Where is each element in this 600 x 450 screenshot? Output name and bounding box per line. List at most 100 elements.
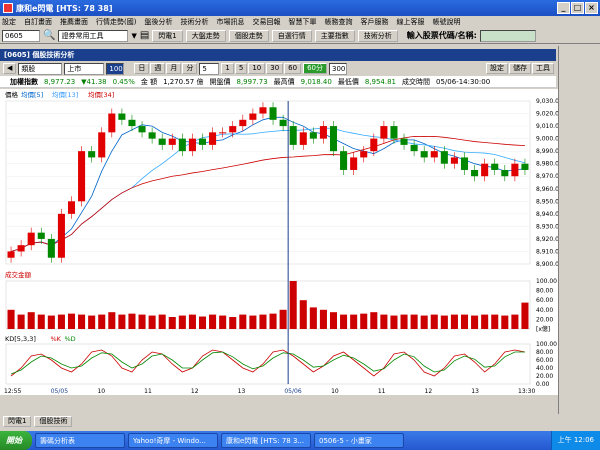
candle-50 — [511, 163, 519, 177]
amount-value: 1,270.57 億 — [163, 77, 204, 86]
volume-bar-0 — [7, 309, 15, 329]
volume-bar-12 — [128, 313, 136, 329]
task-item-3[interactable]: 0506-5 - 小畫家 — [314, 433, 404, 448]
count-input[interactable]: 300 — [329, 62, 348, 75]
bottom-tab-0[interactable]: 閃電1 — [3, 416, 32, 427]
menu-item-2[interactable]: 推薦畫面 — [60, 17, 88, 27]
interval-button-0[interactable]: 1 — [221, 63, 234, 74]
volume-bar-11 — [118, 314, 126, 329]
minimize-button[interactable]: _ — [557, 2, 570, 14]
menu-item-7[interactable]: 交易回報 — [252, 17, 280, 27]
menu-item-11[interactable]: 線上客服 — [396, 17, 424, 27]
toolbar-button-3[interactable]: 自選行情 — [271, 29, 312, 42]
volume-legend: 成交金額 — [5, 270, 32, 279]
right-button-1[interactable]: 儲存 — [509, 63, 531, 74]
menu-item-12[interactable]: 帳號說明 — [432, 17, 460, 27]
period-button-1[interactable]: 週 — [150, 63, 166, 74]
interval-button-3[interactable]: 30 — [266, 63, 284, 74]
candle-39 — [400, 138, 408, 145]
symbol-input[interactable]: 0605 — [2, 29, 40, 42]
right-button-2[interactable]: 工具 — [532, 63, 554, 74]
interval-button-1[interactable]: 5 — [234, 63, 248, 74]
menu-item-0[interactable]: 設定 — [2, 17, 16, 27]
volume-bar-22 — [229, 317, 237, 329]
candle-19 — [198, 138, 207, 145]
candle-17 — [178, 138, 186, 152]
period-button-2[interactable]: 月 — [166, 63, 182, 74]
market-select[interactable]: 上市 — [64, 62, 105, 75]
menu-item-1[interactable]: 自訂畫面 — [24, 17, 52, 27]
candle-35 — [360, 151, 368, 158]
candle-34 — [350, 157, 358, 170]
calculator-icon[interactable]: ▤ — [140, 30, 149, 41]
task-item-2[interactable]: 康和e閃電 [HTS: 78 3... — [221, 433, 311, 448]
taskbar: 開始 籌碼分析表 Yahoo!奇摩 - Windo... 康和e閃電 [HTS: 7… — [0, 431, 600, 450]
active-interval[interactable]: 60分 — [303, 63, 328, 74]
close-button[interactable]: × — [585, 2, 598, 14]
right-button-0[interactable]: 設定 — [486, 63, 508, 74]
candle-47 — [481, 163, 489, 177]
maximize-button[interactable]: □ — [571, 2, 584, 14]
toolbar-button-0[interactable]: 閃電1 — [152, 29, 183, 42]
nav-prev-button[interactable]: ◀ — [3, 63, 17, 74]
menu-bar: 設定 自訂畫面 推薦畫面 行情走勢(國) 盤後分析 技術分析 市場訊息 交易回報 智慧下單 帳務查… — [0, 16, 600, 28]
toolbar-button-1[interactable]: 大盤走勢 — [185, 29, 226, 42]
volume-bar-40 — [410, 314, 418, 329]
chart-svg[interactable]: 價格 均價[5] 均價[13] 均價[34] 成交金額 KD[5,3,3] %K %D 9,03… — [0, 89, 563, 395]
candle-38 — [390, 126, 398, 139]
menu-item-9[interactable]: 帳務查詢 — [324, 17, 352, 27]
volume-bar-45 — [460, 314, 469, 329]
candle-42 — [430, 151, 438, 158]
volume-tick-1: 80.00 — [536, 288, 553, 295]
menu-item-5[interactable]: 技術分析 — [180, 17, 208, 27]
task-item-1[interactable]: Yahoo!奇摩 - Windo... — [128, 433, 218, 448]
toolbar-button-2[interactable]: 個股走勢 — [228, 29, 269, 42]
price-legend-2: 均價[13] — [52, 90, 78, 99]
tool-list-select[interactable]: 證券常用工具 — [58, 29, 129, 42]
technical-chart[interactable]: 價格 均價[5] 均價[13] 均價[34] 成交金額 KD[5,3,3] %K %D 9,03… — [0, 89, 563, 395]
volume-bar-20 — [209, 314, 217, 329]
volume-tick-0: 100.00 — [536, 278, 557, 285]
menu-item-10[interactable]: 客戶服務 — [360, 17, 388, 27]
code-select[interactable]: 100 — [106, 62, 125, 75]
list-dropdown-icon[interactable]: ▼ — [131, 32, 136, 40]
volume-bar-41 — [420, 315, 428, 329]
ma-line-1 — [10, 127, 526, 252]
menu-item-4[interactable]: 盤後分析 — [144, 17, 172, 27]
start-button[interactable]: 開始 — [0, 431, 32, 450]
category-select[interactable]: 類股 — [18, 62, 63, 75]
high-value: 9,018.40 — [300, 77, 332, 86]
interval-button-4[interactable]: 60 — [284, 63, 302, 74]
minute-select[interactable]: 5 — [199, 62, 220, 75]
info-bar: 加權指數 8,977.23 ▼41.38 0.45% 金 額 1,270.57 … — [0, 76, 556, 88]
kd-tick-5: 0.00 — [536, 381, 550, 388]
period-button-3[interactable]: 分 — [182, 63, 198, 74]
stock-code-input[interactable] — [479, 29, 536, 42]
menu-item-6[interactable]: 市場訊息 — [216, 17, 244, 27]
candle-16 — [168, 138, 176, 145]
candle-0 — [7, 251, 15, 258]
toolbar-button-5[interactable]: 技術分析 — [357, 29, 398, 42]
bottom-tabs: 閃電1 個股技術 — [0, 415, 600, 428]
period-button-0[interactable]: 日 — [134, 63, 150, 74]
volume-bar-9 — [98, 314, 106, 329]
search-icon[interactable]: 🔍 — [43, 30, 55, 41]
clock: 上午 12:06 — [550, 431, 600, 450]
price-tick-7: 8,960.00 — [536, 186, 560, 193]
menu-item-8[interactable]: 智慧下單 — [288, 17, 316, 27]
candle-26 — [269, 107, 277, 120]
task-item-0[interactable]: 籌碼分析表 — [35, 433, 125, 448]
price-tick-1: 9,020.00 — [536, 111, 560, 118]
volume-bar-18 — [188, 314, 196, 329]
candle-27 — [279, 119, 287, 127]
kd-tick-0: 100.00 — [536, 341, 557, 348]
candle-5 — [57, 213, 65, 258]
interval-button-2[interactable]: 10 — [248, 63, 266, 74]
volume-bar-4 — [47, 315, 55, 329]
time-tick-6: 05/06 — [284, 388, 301, 395]
price-tick-2: 9,010.00 — [536, 123, 560, 130]
menu-item-3[interactable]: 行情走勢(國) — [96, 17, 136, 27]
toolbar-button-4[interactable]: 主要指數 — [314, 29, 355, 42]
price-tick-8: 8,950.00 — [536, 198, 560, 205]
bottom-tab-1[interactable]: 個股技術 — [34, 416, 73, 427]
